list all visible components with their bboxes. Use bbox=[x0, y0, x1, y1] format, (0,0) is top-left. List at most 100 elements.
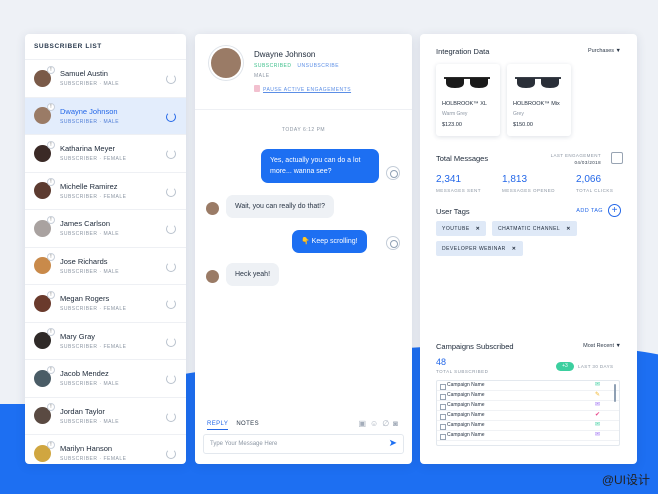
subscriber-item[interactable]: ! James Carlson SUBSCRIBER · MALE bbox=[25, 209, 186, 247]
tab-reply[interactable]: REPLY bbox=[207, 421, 229, 430]
subscriber-name: Samuel Austin bbox=[60, 69, 108, 79]
details-panel: Integration Data Purchases ▼ HOLBROOK™ X… bbox=[420, 34, 637, 464]
subscriber-name: Jacob Mendez bbox=[60, 369, 109, 379]
chat-panel: Dwayne Johnson SUBSCRIBED UNSUBSCRIBE MA… bbox=[195, 34, 412, 464]
contact-avatar-small bbox=[206, 202, 219, 215]
stat-value: 2,341 bbox=[436, 174, 462, 185]
campaign-type-icon: ✔ bbox=[595, 412, 601, 418]
message-bubble: Wait, you can really do that!? bbox=[226, 195, 335, 218]
tag-chip: CHATMATIC CHANNEL ✕ bbox=[492, 221, 577, 236]
subscriber-meta: SUBSCRIBER · MALE bbox=[60, 418, 120, 425]
chat-header: Dwayne Johnson SUBSCRIBED UNSUBSCRIBE MA… bbox=[195, 34, 412, 110]
remove-tag-icon[interactable]: ✕ bbox=[476, 226, 481, 232]
stat-value: 1,813 bbox=[502, 174, 528, 185]
subscriber-meta: SUBSCRIBER · MALE bbox=[60, 381, 120, 388]
campaigns-count: 48 bbox=[436, 357, 447, 367]
remove-tag-icon[interactable]: ✕ bbox=[512, 246, 517, 252]
image-icon[interactable]: ▣ bbox=[358, 419, 370, 428]
tag-label: YOUTUBE bbox=[442, 226, 470, 232]
campaigns-range-label: LAST 30 DAYS bbox=[578, 364, 614, 369]
subscriber-text: Jacob Mendez SUBSCRIBER · MALE bbox=[60, 369, 119, 387]
subscriber-item[interactable]: ! Dwayne Johnson SUBSCRIBER · MALE bbox=[25, 96, 186, 134]
add-tag-link[interactable]: ADD TAG bbox=[576, 208, 603, 214]
refresh-icon[interactable] bbox=[166, 374, 176, 384]
subscriber-text: Jordan Taylor SUBSCRIBER · MALE bbox=[60, 407, 119, 425]
info-badge-icon: ! bbox=[47, 140, 55, 149]
info-badge-icon: ! bbox=[47, 403, 55, 412]
camera-icon[interactable]: ◙ bbox=[393, 419, 402, 428]
subscriber-item[interactable]: ! Katharina Meyer SUBSCRIBER · FEMALE bbox=[25, 134, 186, 172]
refresh-icon[interactable] bbox=[166, 299, 176, 309]
refresh-icon[interactable] bbox=[166, 74, 176, 84]
refresh-icon[interactable] bbox=[166, 336, 176, 347]
remove-tag-icon[interactable]: ✕ bbox=[566, 226, 571, 232]
subscriber-item[interactable]: ! Marilyn Hanson SUBSCRIBER · FEMALE bbox=[25, 434, 186, 464]
subscriber-name: Dwayne Johnson bbox=[60, 106, 118, 116]
campaign-name: Campaign Name bbox=[447, 392, 485, 398]
stat-messages-sent: 2,341 MESSAGES SENT bbox=[436, 174, 481, 193]
refresh-icon[interactable] bbox=[166, 149, 176, 159]
campaign-row[interactable]: Campaign Name ✎ bbox=[437, 391, 619, 401]
avatar: ! bbox=[34, 290, 55, 312]
info-badge-icon: ! bbox=[47, 365, 55, 374]
attach-icon[interactable]: ∅ bbox=[382, 419, 393, 428]
campaign-row[interactable]: Campaign Name ✔ bbox=[437, 411, 619, 421]
avatar: ! bbox=[34, 365, 55, 387]
subscriber-item[interactable]: ! Jacob Mendez SUBSCRIBER · MALE bbox=[25, 359, 186, 397]
refresh-icon[interactable] bbox=[166, 111, 176, 122]
refresh-icon[interactable] bbox=[166, 224, 176, 234]
info-badge-icon: ! bbox=[47, 103, 55, 112]
unsubscribe-link[interactable]: UNSUBSCRIBE bbox=[297, 63, 339, 69]
subscriber-list-panel: SUBSCRIBER LIST ! Samuel Austin SUBSCRIBER… bbox=[25, 34, 186, 464]
subscriber-item[interactable]: ! Michelle Ramirez SUBSCRIBER · FEMALE bbox=[25, 171, 186, 210]
product-card[interactable]: HOLBROOK™ XL Warm Grey $123.00 bbox=[436, 64, 500, 136]
subscriber-name: Jose Richards bbox=[60, 256, 108, 266]
campaign-name: Campaign Name bbox=[447, 432, 485, 438]
emoji-icon[interactable]: ☺ bbox=[370, 419, 382, 428]
message-bubble: Heck yeah! bbox=[226, 263, 280, 286]
pause-icon bbox=[254, 85, 260, 92]
subscriber-item[interactable]: ! Megan Rogers SUBSCRIBER · FEMALE bbox=[25, 284, 186, 322]
watermark: @UI设计 bbox=[601, 473, 650, 487]
refresh-icon[interactable] bbox=[166, 411, 176, 422]
info-badge-icon: ! bbox=[47, 253, 55, 262]
message-input[interactable]: Type Your Message Here ➤ bbox=[203, 434, 404, 454]
subscriber-text: Jose Richards SUBSCRIBER · MALE bbox=[60, 257, 119, 275]
message-status-icon bbox=[386, 236, 400, 250]
contact-avatar-small bbox=[206, 270, 219, 283]
campaign-row[interactable]: Campaign Name ✉ bbox=[437, 431, 619, 441]
product-name: HOLBROOK™ XL bbox=[442, 101, 487, 107]
tag-label: CHATMATIC CHANNEL bbox=[498, 226, 561, 232]
subscriber-item[interactable]: ! Mary Gray SUBSCRIBER · FEMALE bbox=[25, 321, 186, 360]
subscriber-item[interactable]: ! Jose Richards SUBSCRIBER · MALE bbox=[25, 246, 186, 285]
campaign-type-icon: ✉ bbox=[595, 382, 601, 388]
product-card[interactable]: HOLBROOK™ Mix Grey $150.00 bbox=[507, 64, 571, 136]
campaign-row[interactable]: Campaign Name ✉ bbox=[437, 381, 619, 391]
refresh-icon[interactable] bbox=[166, 186, 176, 197]
send-icon[interactable]: ➤ bbox=[389, 438, 397, 449]
refresh-icon[interactable] bbox=[166, 261, 176, 272]
scrollbar[interactable] bbox=[614, 384, 616, 402]
avatar: ! bbox=[34, 103, 55, 125]
campaign-type-icon: ✉ bbox=[595, 432, 601, 438]
subscriber-item[interactable]: ! Jordan Taylor SUBSCRIBER · MALE bbox=[25, 396, 186, 435]
subscriber-item[interactable]: ! Samuel Austin SUBSCRIBER · MALE bbox=[25, 59, 186, 97]
calendar-icon[interactable] bbox=[611, 152, 623, 164]
info-badge-icon: ! bbox=[47, 290, 55, 299]
contact-avatar bbox=[209, 46, 243, 80]
pause-engagements-link[interactable]: PAUSE ACTIVE ENGAGEMENTS bbox=[254, 85, 351, 93]
campaign-row[interactable]: Campaign Name ✉ bbox=[437, 401, 619, 411]
tab-notes[interactable]: NOTES bbox=[236, 421, 259, 429]
integration-dropdown[interactable]: Purchases ▼ bbox=[588, 48, 621, 54]
campaigns-dropdown[interactable]: Most Recent ▼ bbox=[583, 343, 621, 349]
last-engagement-date: 04/03/2018 bbox=[574, 160, 601, 165]
subscriber-list: ! Samuel Austin SUBSCRIBER · MALE! Dwayne J… bbox=[25, 59, 186, 464]
subscriber-meta: SUBSCRIBER · MALE bbox=[60, 268, 120, 275]
add-tag-plus-icon[interactable]: + bbox=[608, 204, 621, 217]
avatar: ! bbox=[34, 215, 55, 237]
campaign-row[interactable]: Campaign Name ✉ bbox=[437, 421, 619, 431]
subscriber-meta: SUBSCRIBER · FEMALE bbox=[60, 306, 127, 313]
refresh-icon[interactable] bbox=[166, 449, 176, 459]
avatar: ! bbox=[34, 440, 55, 462]
subscriber-meta: SUBSCRIBER · MALE bbox=[60, 118, 120, 125]
